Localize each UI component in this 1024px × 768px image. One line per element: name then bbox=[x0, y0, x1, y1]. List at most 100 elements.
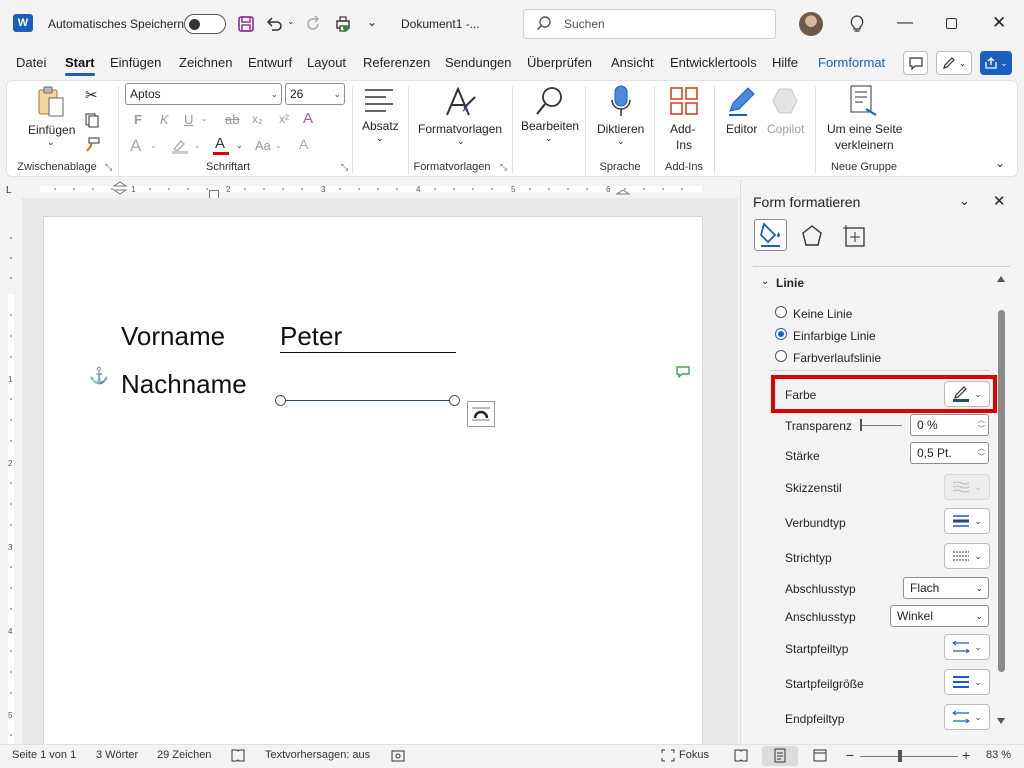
tab-sendungen[interactable]: Sendungen bbox=[445, 55, 512, 70]
pane-close-icon[interactable]: ✕ bbox=[993, 192, 1006, 210]
underline-button[interactable]: U bbox=[184, 112, 193, 127]
print-icon[interactable] bbox=[333, 14, 353, 34]
status-page[interactable]: Seite 1 von 1 bbox=[12, 749, 76, 761]
line-color-button[interactable]: ⌄ bbox=[944, 381, 990, 407]
effects-tab-icon[interactable] bbox=[800, 224, 824, 251]
styles-button[interactable]: Formatvorlagen bbox=[418, 121, 502, 137]
focus-icon[interactable] bbox=[661, 749, 675, 765]
shrink-page-button-line1[interactable]: Um eine Seite bbox=[827, 121, 902, 137]
section-linie[interactable]: Linie bbox=[776, 276, 804, 290]
undo-icon[interactable] bbox=[264, 14, 284, 34]
paste-dropdown-icon[interactable]: ⌄ bbox=[47, 137, 55, 148]
superscript-button[interactable]: x² bbox=[279, 112, 289, 126]
pane-options-chevron-icon[interactable]: ⌄ bbox=[959, 193, 970, 209]
font-color-dropdown-icon[interactable]: ⌄ bbox=[236, 141, 243, 150]
autosave-toggle[interactable] bbox=[184, 14, 226, 34]
shrink-page-button-line2[interactable]: verkleinern bbox=[835, 137, 894, 153]
strikethrough-button[interactable]: ab bbox=[225, 112, 239, 127]
read-mode-icon[interactable] bbox=[734, 749, 748, 765]
label-keine-linie[interactable]: Keine Linie bbox=[793, 307, 852, 321]
status-chars[interactable]: 29 Zeichen bbox=[157, 749, 211, 761]
save-icon[interactable] bbox=[236, 14, 256, 34]
tab-datei[interactable]: Datei bbox=[16, 55, 46, 70]
font-name-combo[interactable]: Aptos ⌄ bbox=[125, 83, 282, 105]
proofing-book-icon[interactable] bbox=[231, 749, 245, 765]
font-color-icon[interactable]: A bbox=[215, 135, 225, 152]
tab-entwicklertools[interactable]: Entwicklertools bbox=[670, 55, 757, 70]
paste-button[interactable]: Einfügen bbox=[28, 122, 75, 138]
redo-icon[interactable] bbox=[303, 14, 323, 34]
editing-mode-button[interactable]: ⌄ bbox=[936, 51, 972, 75]
change-case-dropdown-icon[interactable]: ⌄ bbox=[275, 141, 282, 150]
quick-access-customize-icon[interactable]: ⌄ bbox=[367, 15, 377, 29]
radio-farbverlaufslinie[interactable] bbox=[775, 350, 787, 362]
web-layout-icon[interactable] bbox=[813, 749, 827, 765]
highlighter-icon[interactable] bbox=[171, 138, 189, 157]
zoom-slider-thumb[interactable] bbox=[898, 750, 902, 762]
subscript-button[interactable]: x₂ bbox=[252, 112, 263, 126]
tab-zeichnen[interactable]: Zeichnen bbox=[179, 55, 232, 70]
radio-keine-linie[interactable] bbox=[775, 306, 787, 318]
close-icon[interactable]: ✕ bbox=[992, 13, 1006, 33]
italic-button[interactable]: K bbox=[160, 112, 169, 127]
size-properties-tab-icon[interactable] bbox=[842, 224, 866, 251]
line-handle-end[interactable] bbox=[449, 395, 460, 406]
horizontal-ruler[interactable]: L 1 2 3 4 5 6 bbox=[0, 180, 738, 198]
text-effects-dropdown-icon[interactable]: ⌄ bbox=[150, 141, 157, 150]
label-einfarbige-linie[interactable]: Einfarbige Linie bbox=[793, 329, 876, 343]
document-page[interactable] bbox=[43, 216, 703, 756]
print-layout-view-button[interactable] bbox=[762, 746, 798, 766]
paragraph-button[interactable]: Absatz bbox=[362, 118, 399, 134]
underline-dropdown-icon[interactable]: ⌄ bbox=[201, 114, 208, 123]
copilot-button[interactable]: Copilot bbox=[767, 121, 804, 137]
character-shading-icon[interactable]: A bbox=[299, 136, 308, 152]
edit-dropdown-icon[interactable]: ⌄ bbox=[545, 133, 553, 144]
undo-dropdown-icon[interactable]: ⌄ bbox=[287, 16, 295, 27]
sketch-style-button[interactable]: ⌄ bbox=[944, 474, 990, 500]
addins-button-line1[interactable]: Add- bbox=[670, 121, 695, 137]
lightbulb-icon[interactable] bbox=[847, 13, 867, 35]
zoom-out-icon[interactable]: − bbox=[846, 747, 854, 763]
share-button[interactable]: ⌄ bbox=[980, 51, 1012, 75]
tab-hilfe[interactable]: Hilfe bbox=[772, 55, 798, 70]
tab-ueberpruefen[interactable]: Überprüfen bbox=[527, 55, 592, 70]
status-words[interactable]: 3 Wörter bbox=[96, 749, 138, 761]
tab-layout[interactable]: Layout bbox=[307, 55, 346, 70]
styles-dialog-launcher-icon[interactable]: ⤡ bbox=[500, 162, 507, 173]
radio-einfarbige-linie[interactable] bbox=[775, 328, 787, 340]
copy-icon[interactable] bbox=[84, 112, 100, 131]
zoom-in-icon[interactable]: + bbox=[962, 747, 970, 763]
begin-arrow-size-button[interactable]: ⌄ bbox=[944, 669, 990, 695]
bold-button[interactable]: F bbox=[134, 112, 142, 127]
compound-type-button[interactable]: ⌄ bbox=[944, 508, 990, 534]
value-vorname[interactable]: Peter bbox=[280, 321, 342, 352]
transparency-spinner[interactable]: 0 % ︿ ﹀ bbox=[910, 414, 989, 436]
search-box[interactable]: Suchen bbox=[523, 9, 776, 39]
tab-entwurf[interactable]: Entwurf bbox=[248, 55, 292, 70]
spinner-arrows-icon[interactable]: ︿ ﹀ bbox=[978, 416, 985, 434]
tab-formformat[interactable]: Formformat bbox=[818, 55, 885, 70]
pane-scrollbar-thumb[interactable] bbox=[998, 310, 1005, 672]
tab-start[interactable]: Start bbox=[65, 55, 95, 76]
clear-formatting-icon[interactable]: A bbox=[303, 110, 313, 127]
format-painter-icon[interactable] bbox=[84, 137, 100, 156]
dash-type-button[interactable]: ⌄ bbox=[944, 543, 990, 569]
status-prediction[interactable]: Textvorhersagen: aus bbox=[265, 749, 370, 761]
layout-options-icon[interactable] bbox=[467, 401, 495, 427]
styles-dropdown-icon[interactable]: ⌄ bbox=[457, 136, 465, 147]
tab-referenzen[interactable]: Referenzen bbox=[363, 55, 430, 70]
avatar[interactable] bbox=[799, 12, 823, 36]
pane-scroll-down-icon[interactable] bbox=[996, 714, 1006, 724]
font-size-combo[interactable]: 26 ⌄ bbox=[285, 83, 345, 105]
fill-line-tab[interactable] bbox=[754, 219, 787, 251]
collapse-ribbon-icon[interactable]: ⌄ bbox=[995, 156, 1005, 170]
join-type-select[interactable]: Winkel ⌄ bbox=[890, 605, 989, 627]
cap-type-select[interactable]: Flach ⌄ bbox=[903, 577, 989, 599]
font-dialog-launcher-icon[interactable]: ⤡ bbox=[341, 162, 348, 173]
label-farbverlaufslinie[interactable]: Farbverlaufslinie bbox=[793, 351, 881, 365]
width-spinner[interactable]: 0,5 Pt. ︿ ﹀ bbox=[910, 442, 989, 464]
line-handle-start[interactable] bbox=[275, 395, 286, 406]
dictate-dropdown-icon[interactable]: ⌄ bbox=[617, 136, 625, 147]
vertical-ruler[interactable]: 1 2 3 4 5 bbox=[0, 198, 22, 744]
pane-scroll-up-icon[interactable] bbox=[996, 272, 1006, 282]
